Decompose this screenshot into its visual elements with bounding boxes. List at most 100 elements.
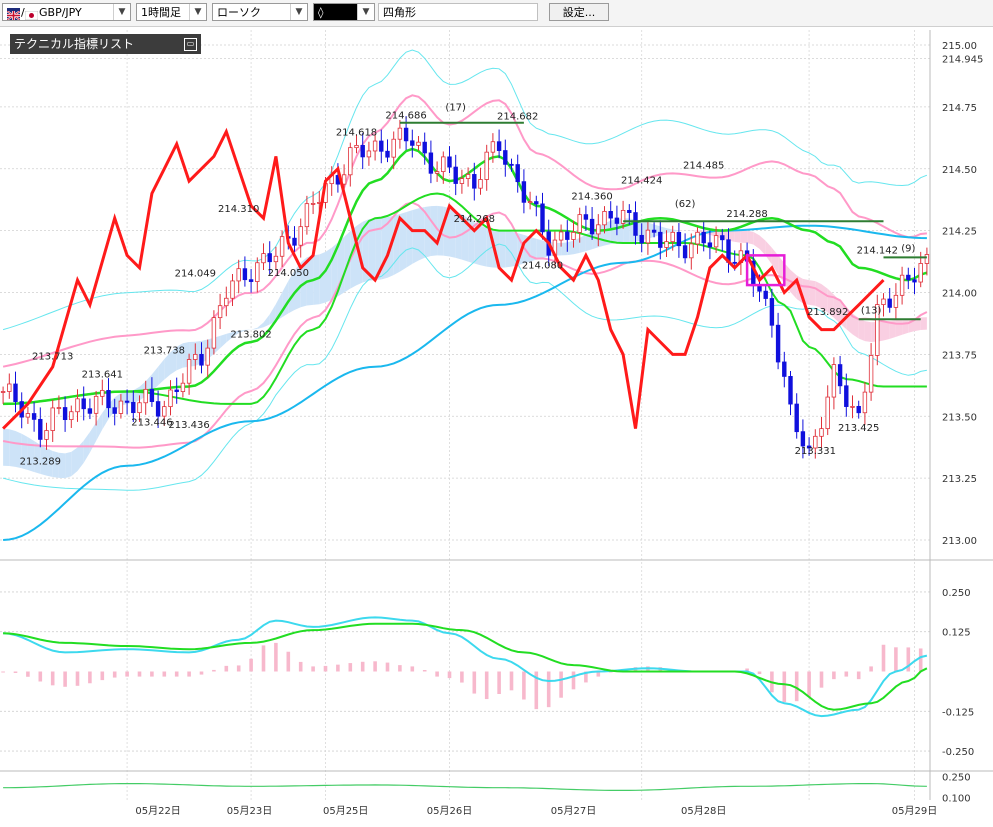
- macd-histogram-bar: [373, 661, 377, 671]
- symbol-select[interactable]: / GBP/JPY ▼: [2, 3, 131, 21]
- macd-histogram-bar: [349, 663, 353, 671]
- candle-body: [652, 230, 656, 232]
- macd-histogram-bar: [274, 643, 278, 672]
- candle-body: [826, 397, 830, 429]
- candle-body: [665, 242, 669, 248]
- cloud-segment: [747, 231, 753, 245]
- candle-body: [305, 204, 309, 227]
- cloud-segment: [431, 206, 437, 256]
- candle-body: [94, 396, 98, 413]
- candle-body: [51, 408, 55, 431]
- candle-body: [144, 389, 148, 402]
- lower-tick-label: 0.100: [942, 793, 971, 804]
- chart-style-select[interactable]: ローソク ▼: [212, 3, 308, 21]
- macd-histogram-bar: [857, 672, 861, 680]
- candle-body: [82, 399, 86, 409]
- price-label: 213.641: [82, 369, 123, 380]
- price-label: 214.485: [683, 160, 724, 171]
- candle-body: [733, 262, 737, 263]
- candle-body: [702, 232, 706, 243]
- chevron-down-icon[interactable]: ▼: [189, 4, 206, 20]
- candle-body: [435, 172, 439, 174]
- candle-body: [572, 232, 576, 239]
- timeframe-select[interactable]: 1時間足 ▼: [136, 3, 207, 21]
- macd-histogram-bar: [547, 672, 551, 708]
- candle-body: [857, 406, 861, 412]
- candle-body: [504, 151, 508, 165]
- candle-body: [882, 299, 886, 305]
- macd-histogram-bar: [361, 662, 365, 672]
- y-tick-label: 214.75: [942, 103, 977, 114]
- macd-histogram-bar: [138, 672, 142, 677]
- chevron-down-icon[interactable]: ▼: [357, 4, 374, 20]
- cloud-segment: [257, 323, 263, 329]
- candle-body: [107, 390, 111, 407]
- candle-body: [869, 355, 873, 392]
- chart-svg[interactable]: 214.686(17)214.682214.618214.485214.4242…: [0, 27, 993, 823]
- candle-body: [721, 236, 725, 240]
- candle-body: [45, 431, 49, 440]
- macd-histogram-bar: [262, 645, 266, 671]
- price-label: (13): [861, 305, 882, 316]
- cloud-segment: [735, 231, 741, 243]
- candle-body: [429, 153, 433, 173]
- candle-body: [76, 399, 80, 412]
- price-label: (62): [675, 199, 696, 210]
- candle-body: [559, 232, 563, 240]
- candle-body: [683, 246, 687, 258]
- cloud-segment: [71, 447, 77, 476]
- drawing-tool-icon: ◊: [318, 6, 323, 19]
- cloud-segment: [3, 429, 9, 466]
- cloud-segment: [574, 238, 580, 254]
- price-label: 213.802: [230, 330, 271, 341]
- drawing-tool-select[interactable]: ◊ ▼: [313, 3, 375, 21]
- candle-body: [8, 384, 12, 392]
- candle-body: [280, 237, 284, 257]
- cloud-segment: [406, 210, 412, 268]
- price-label: 213.331: [795, 446, 836, 457]
- y-tick-label: 214.00: [942, 289, 977, 300]
- candle-body: [119, 401, 123, 413]
- candle-body: [615, 218, 619, 223]
- cloud-segment: [499, 231, 505, 268]
- indicator-list-panel[interactable]: テクニカル指標リスト ▭: [10, 34, 201, 54]
- candle-body: [628, 210, 632, 212]
- price-label: 213.436: [168, 420, 209, 431]
- price-label: (17): [445, 102, 466, 113]
- macd-histogram-bar: [150, 672, 154, 677]
- candle-body: [497, 142, 501, 151]
- candle-body: [448, 157, 452, 167]
- macd-histogram-bar: [88, 672, 92, 684]
- price-label: 214.049: [175, 268, 216, 279]
- price-label: 213.738: [144, 345, 185, 356]
- candle-body: [249, 280, 253, 282]
- candle-body: [169, 390, 173, 407]
- settings-button[interactable]: 設定...: [549, 3, 609, 21]
- macd-histogram-bar: [807, 672, 811, 697]
- candle-body: [714, 236, 718, 247]
- price-label: 214.360: [571, 191, 612, 202]
- candle-body: [845, 386, 849, 407]
- candle-body: [423, 142, 427, 153]
- price-label: 214.288: [726, 209, 767, 220]
- price-label: 213.425: [838, 423, 879, 434]
- macd-tick-label: 0.250: [942, 588, 971, 599]
- chart-area[interactable]: 214.686(17)214.682214.618214.485214.4242…: [0, 27, 993, 823]
- chevron-down-icon[interactable]: ▼: [290, 4, 307, 20]
- chevron-down-icon[interactable]: ▼: [113, 4, 130, 20]
- cloud-segment: [561, 242, 567, 255]
- minimize-icon[interactable]: ▭: [184, 38, 197, 51]
- candle-body: [256, 263, 260, 282]
- shape-field[interactable]: 四角形: [378, 3, 538, 21]
- macd-histogram-bar: [497, 672, 501, 695]
- candle-body: [225, 298, 229, 305]
- candle-body: [894, 295, 898, 307]
- candle-body: [863, 392, 867, 413]
- cloud-segment: [90, 422, 96, 452]
- candle-body: [14, 384, 18, 402]
- macd-histogram-bar: [187, 672, 191, 677]
- candle-body: [479, 180, 483, 189]
- candle-body: [113, 408, 117, 414]
- candle-body: [925, 255, 929, 264]
- candle-body: [26, 414, 30, 418]
